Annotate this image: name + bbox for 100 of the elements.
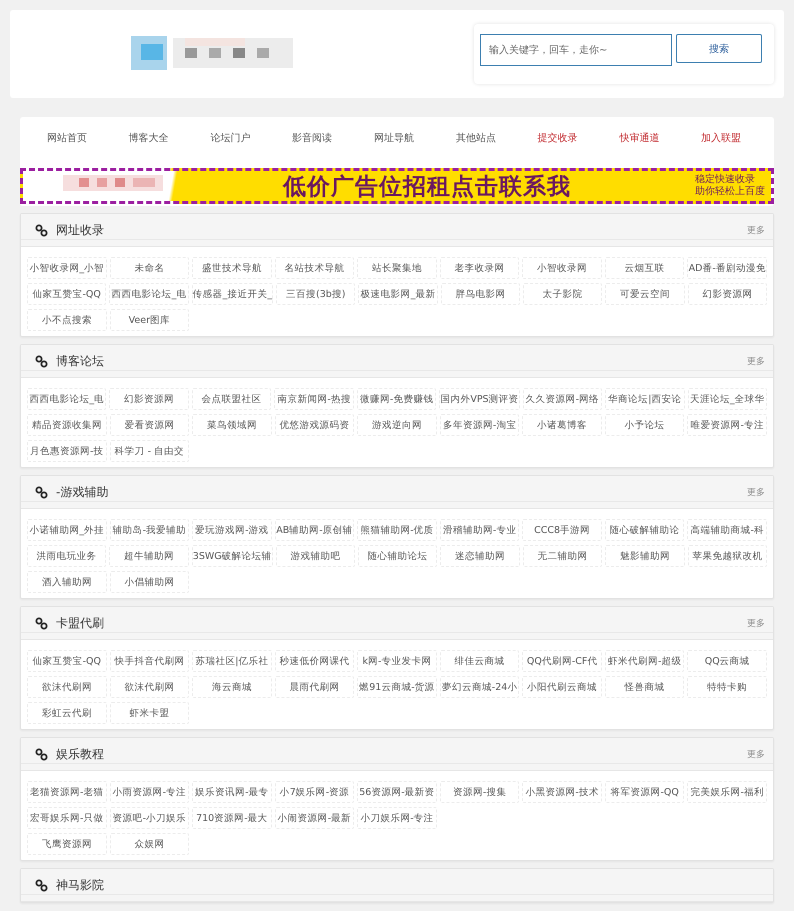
site-link[interactable]: 老李收录网 xyxy=(440,257,520,279)
site-link[interactable]: 天涯论坛_全球华 xyxy=(688,388,767,410)
ad-banner[interactable]: 低价广告位招租点击联系我 稳定快速收录 助你轻松上百度 xyxy=(20,168,774,204)
site-link[interactable]: 会点联盟社区 xyxy=(192,388,272,410)
site-link[interactable]: 迷恋辅助网 xyxy=(440,545,520,567)
site-link[interactable]: 南京新闻网-热搜 xyxy=(274,388,354,410)
site-link[interactable]: 西西电影论坛_电 xyxy=(109,283,189,305)
site-link[interactable]: 魅影辅助网 xyxy=(605,545,685,567)
site-link[interactable]: 小闹资源网-最新 xyxy=(274,807,354,829)
site-link[interactable]: 随心破解辅助论 xyxy=(604,519,684,541)
site-link[interactable]: 辅助岛-我爱辅助 xyxy=(110,519,190,541)
nav-link[interactable]: 博客大全 xyxy=(128,131,169,145)
site-link[interactable]: 幻影资源网 xyxy=(109,388,189,410)
site-link[interactable]: CCC8手游网 xyxy=(522,519,602,541)
site-link[interactable]: 虾米代刷网-超级 xyxy=(604,650,684,672)
site-link[interactable]: QQ云商城 xyxy=(687,650,767,672)
site-link[interactable]: 飞鹰资源网 xyxy=(27,833,107,855)
site-link[interactable]: 优悠游戏源码资 xyxy=(274,414,354,436)
site-link[interactable]: 精品资源收集网 xyxy=(27,414,107,436)
site-link[interactable]: 胖鸟电影网 xyxy=(440,283,520,305)
site-link[interactable]: 将军资源网-QQ xyxy=(604,781,684,803)
site-link[interactable]: 高端辅助商城-科 xyxy=(687,519,767,541)
site-link[interactable]: 未命名 xyxy=(110,257,190,279)
site-link[interactable]: 小雨资源网-专注 xyxy=(110,781,190,803)
site-link[interactable]: 游戏逆向网 xyxy=(357,414,437,436)
site-link[interactable]: 虾米卡盟 xyxy=(110,702,190,724)
site-link[interactable]: Veer图库 xyxy=(110,309,190,331)
site-link[interactable]: 欲沫代刷网 xyxy=(110,676,190,698)
site-link[interactable]: 华商论坛|西安论 xyxy=(605,388,685,410)
site-link[interactable]: 洪雨电玩业务 xyxy=(27,545,106,567)
search-button[interactable]: 搜索 xyxy=(676,34,762,63)
site-link[interactable]: 超牛辅助网 xyxy=(109,545,189,567)
site-link[interactable]: 宏哥娱乐网-只做 xyxy=(27,807,107,829)
site-link[interactable]: 西西电影论坛_电 xyxy=(27,388,106,410)
site-link[interactable]: QQ代刷网-CF代 xyxy=(522,650,602,672)
site-link[interactable]: 游戏辅助吧 xyxy=(276,545,356,567)
site-link[interactable]: 仙家互赞宝-QQ xyxy=(27,283,106,305)
site-link[interactable]: 小诺辅助网_外挂 xyxy=(27,519,107,541)
site-link[interactable]: AD番-番剧动漫免 xyxy=(687,257,767,279)
site-link[interactable]: 小智收录网_小智 xyxy=(27,257,107,279)
site-link[interactable]: 3SWG破解论坛辅 xyxy=(192,545,273,567)
site-link[interactable]: 酒入辅助网 xyxy=(27,571,107,593)
site-link[interactable]: 56资源网-最新资 xyxy=(357,781,437,803)
site-link[interactable]: 仙家互赞宝-QQ xyxy=(27,650,107,672)
site-link[interactable]: 晨雨代刷网 xyxy=(274,676,354,698)
nav-link[interactable]: 加入联盟 xyxy=(701,131,742,145)
site-link[interactable]: 随心辅助论坛 xyxy=(358,545,438,567)
site-link[interactable]: 小阳代刷云商城 xyxy=(522,676,602,698)
nav-link[interactable]: 网址导航 xyxy=(374,131,414,145)
site-link[interactable]: 怪兽商城 xyxy=(604,676,684,698)
nav-link[interactable]: 论坛门户 xyxy=(210,131,250,145)
site-link[interactable]: 绯佳云商城 xyxy=(440,650,520,672)
site-link[interactable]: 秒速低价网课代 xyxy=(274,650,354,672)
site-link[interactable]: 小诸葛博客 xyxy=(522,414,602,436)
site-link[interactable]: 资源网-搜集 xyxy=(440,781,520,803)
site-link[interactable]: 老猫资源网-老猫 xyxy=(27,781,107,803)
site-link[interactable]: 微赚网-免费赚钱 xyxy=(356,388,436,410)
site-link[interactable]: 传感器_接近开关_ xyxy=(192,283,274,305)
site-link[interactable]: 资源吧-小刀娱乐 xyxy=(110,807,190,829)
site-link[interactable]: 众娱网 xyxy=(110,833,190,855)
nav-link[interactable]: 提交收录 xyxy=(538,131,578,145)
site-link[interactable]: 盛世技术导航 xyxy=(192,257,272,279)
site-link[interactable]: 唯爱资源网-专注 xyxy=(687,414,767,436)
site-link[interactable]: 燃91云商城-货源 xyxy=(357,676,437,698)
site-link[interactable]: 娱乐资讯网-最专 xyxy=(192,781,272,803)
site-link[interactable]: k网-专业发卡网 xyxy=(357,650,437,672)
site-link[interactable]: 幻影资源网 xyxy=(688,283,767,305)
site-link[interactable]: 快手抖音代刷网 xyxy=(110,650,190,672)
site-link[interactable]: 小7娱乐网-资源 xyxy=(274,781,354,803)
site-link[interactable]: 太子影院 xyxy=(523,283,602,305)
site-link[interactable]: 滑稽辅助网-专业 xyxy=(440,519,520,541)
site-link[interactable]: 爱玩游戏网-游戏 xyxy=(192,519,272,541)
site-link[interactable]: 小刀娱乐网-专注 xyxy=(357,807,437,829)
site-link[interactable]: 久久资源网-网络 xyxy=(522,388,602,410)
site-link[interactable]: 极速电影网_最新 xyxy=(358,283,438,305)
site-link[interactable]: AB辅助网-原创辅 xyxy=(274,519,354,541)
site-link[interactable]: 苹果免越狱改机 xyxy=(688,545,767,567)
site-link[interactable]: 完美娱乐网-福利 xyxy=(687,781,767,803)
site-link[interactable]: 名站技术导航 xyxy=(274,257,354,279)
site-link[interactable]: 小不点搜索 xyxy=(27,309,107,331)
site-link[interactable]: 小黑资源网-技术 xyxy=(522,781,602,803)
search-field[interactable]: 输入关键字，回车，走你~ xyxy=(480,34,672,66)
site-link[interactable]: 月色惠资源网-技 xyxy=(27,440,107,462)
site-link[interactable]: 爱看资源网 xyxy=(110,414,190,436)
site-link[interactable]: 欲沫代刷网 xyxy=(27,676,107,698)
site-link[interactable]: 云烟互联 xyxy=(604,257,684,279)
site-link[interactable]: 可爱云空间 xyxy=(605,283,685,305)
nav-link[interactable]: 网站首页 xyxy=(46,131,87,145)
nav-link[interactable]: 其他站点 xyxy=(456,131,496,145)
nav-link[interactable]: 快审通道 xyxy=(619,131,660,145)
site-link[interactable]: 710资源网-最大 xyxy=(192,807,272,829)
site-link[interactable]: 特特卡购 xyxy=(687,676,767,698)
site-link[interactable]: 彩虹云代刷 xyxy=(27,702,107,724)
site-link[interactable]: 菜鸟领域网 xyxy=(192,414,272,436)
site-link[interactable]: 小予论坛 xyxy=(604,414,684,436)
site-link[interactable]: 小智收录网 xyxy=(522,257,602,279)
site-link[interactable]: 小倡辅助网 xyxy=(110,571,190,593)
site-link[interactable]: 科学刀 - 自由交 xyxy=(110,440,190,462)
site-link[interactable]: 夢幻云商城-24小 xyxy=(440,676,520,698)
site-link[interactable]: 海云商城 xyxy=(192,676,272,698)
